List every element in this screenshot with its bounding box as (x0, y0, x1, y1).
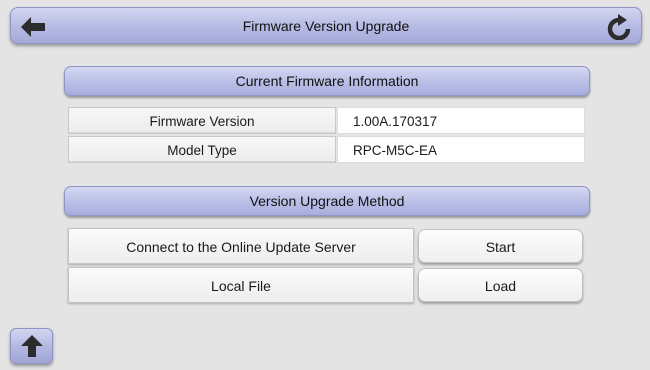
online-update-label: Connect to the Online Update Server (68, 228, 414, 264)
firmware-info-table: Firmware Version 1.00A.170317 Model Type… (68, 107, 585, 164)
page-title: Firmware Version Upgrade (242, 18, 410, 34)
current-firmware-header: Current Firmware Information (64, 66, 590, 96)
model-type-row: Model Type RPC-M5C-EA (68, 136, 585, 164)
model-type-label: Model Type (68, 136, 336, 163)
firmware-version-row: Firmware Version 1.00A.170317 (68, 107, 585, 135)
model-type-value: RPC-M5C-EA (337, 136, 585, 163)
load-button[interactable]: Load (418, 268, 583, 302)
refresh-button[interactable] (599, 8, 639, 45)
refresh-icon (607, 13, 631, 40)
upgrade-method-header: Version Upgrade Method (64, 186, 590, 216)
up-arrow-icon (20, 335, 43, 357)
start-button[interactable]: Start (418, 229, 583, 263)
title-bar: Firmware Version Upgrade (10, 7, 642, 44)
local-file-label: Local File (68, 267, 414, 303)
firmware-version-label: Firmware Version (68, 107, 336, 134)
firmware-version-value: 1.00A.170317 (337, 107, 585, 134)
scroll-up-button[interactable] (10, 328, 53, 364)
